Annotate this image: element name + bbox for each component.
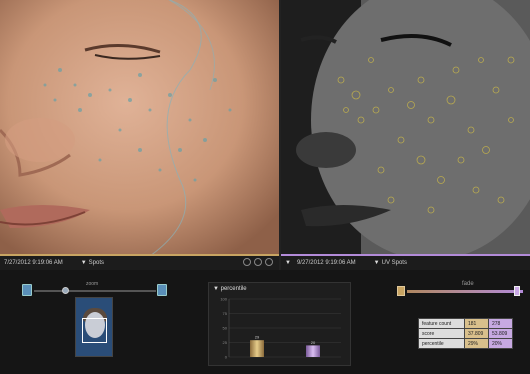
- stat-value-spots: 37.809: [464, 328, 489, 339]
- chart-plot: 100 75 50 25 0 29 20: [220, 297, 341, 360]
- fade-label: fade: [462, 281, 474, 287]
- y-tick-label: 25: [223, 340, 228, 345]
- zoom-slider-track[interactable]: [34, 290, 156, 292]
- fade-left-icon[interactable]: [397, 286, 405, 296]
- y-tick-label: 0: [225, 355, 228, 360]
- uv-face-image: [281, 0, 530, 256]
- right-mode-dropdown[interactable]: ▼ UV Spots: [374, 260, 407, 266]
- left-mode-label: Spots: [88, 260, 105, 266]
- right-status-bar: ▼ 9/27/2012 9:19:06 AM ▼ UV Spots: [281, 256, 530, 270]
- stat-value-uv-spots: 20%: [488, 338, 513, 349]
- zoom-in-icon[interactable]: [157, 284, 167, 296]
- stat-value-uv-spots: 278: [488, 318, 513, 329]
- spots-image-panel[interactable]: [0, 0, 279, 256]
- fade-slider-knob[interactable]: [514, 286, 521, 296]
- left-mode-dropdown[interactable]: ▼ Spots: [81, 260, 104, 266]
- stats-table: feature count 181 278 score 37.809 53.809 perc…: [418, 318, 513, 349]
- chart-bar: [306, 345, 320, 357]
- navigator-thumbnail[interactable]: [75, 297, 113, 357]
- chart-bar: [250, 340, 264, 357]
- stat-value-spots: 181: [464, 318, 489, 329]
- y-tick-label: 50: [223, 326, 228, 331]
- stat-value-uv-spots: 53.809: [488, 328, 513, 339]
- zoom-out-icon[interactable]: [22, 284, 32, 296]
- viewport-indicator[interactable]: [82, 318, 107, 343]
- left-timestamp: 7/27/2012 9:19:06 AM: [4, 260, 63, 266]
- stat-label: score: [418, 328, 465, 339]
- dropdown-arrow-icon: ▼: [373, 260, 380, 266]
- stat-label: percentile: [418, 338, 465, 349]
- left-status-bar: 7/27/2012 9:19:06 AM ▼ Spots: [0, 256, 279, 270]
- visible-face-image: [0, 0, 279, 256]
- dropdown-arrow-icon: ▼: [80, 260, 87, 266]
- stats-row: feature count 181 278: [418, 318, 513, 329]
- y-tick-label: 100: [220, 297, 227, 302]
- dropdown-arrow-icon[interactable]: ▼: [285, 260, 291, 266]
- uv-spots-image-panel[interactable]: [281, 0, 530, 256]
- right-timestamp: 9/27/2012 9:19:06 AM: [296, 260, 356, 266]
- right-mode-label: UV Spots: [381, 260, 407, 266]
- stats-row: score 37.809 53.809: [418, 328, 513, 339]
- zoom-label: zoom: [86, 281, 99, 287]
- palette-icon[interactable]: [243, 258, 251, 266]
- camera-icon[interactable]: [265, 258, 273, 266]
- fade-slider-track[interactable]: [407, 290, 523, 293]
- view-divider: [279, 0, 281, 270]
- y-tick-label: 75: [223, 311, 228, 316]
- percentile-chart: ▼ percentile 100 75 50 25 0 29 20: [208, 282, 351, 366]
- stats-row: percentile 29% 20%: [418, 338, 513, 349]
- bar-value-label: 29: [255, 335, 260, 340]
- contrast-icon[interactable]: [254, 258, 262, 266]
- stat-value-spots: 29%: [464, 338, 489, 349]
- bar-value-label: 20: [311, 340, 316, 345]
- zoom-slider-knob[interactable]: [61, 287, 69, 294]
- left-status-icons: [243, 258, 273, 266]
- stat-label: feature count: [418, 318, 465, 329]
